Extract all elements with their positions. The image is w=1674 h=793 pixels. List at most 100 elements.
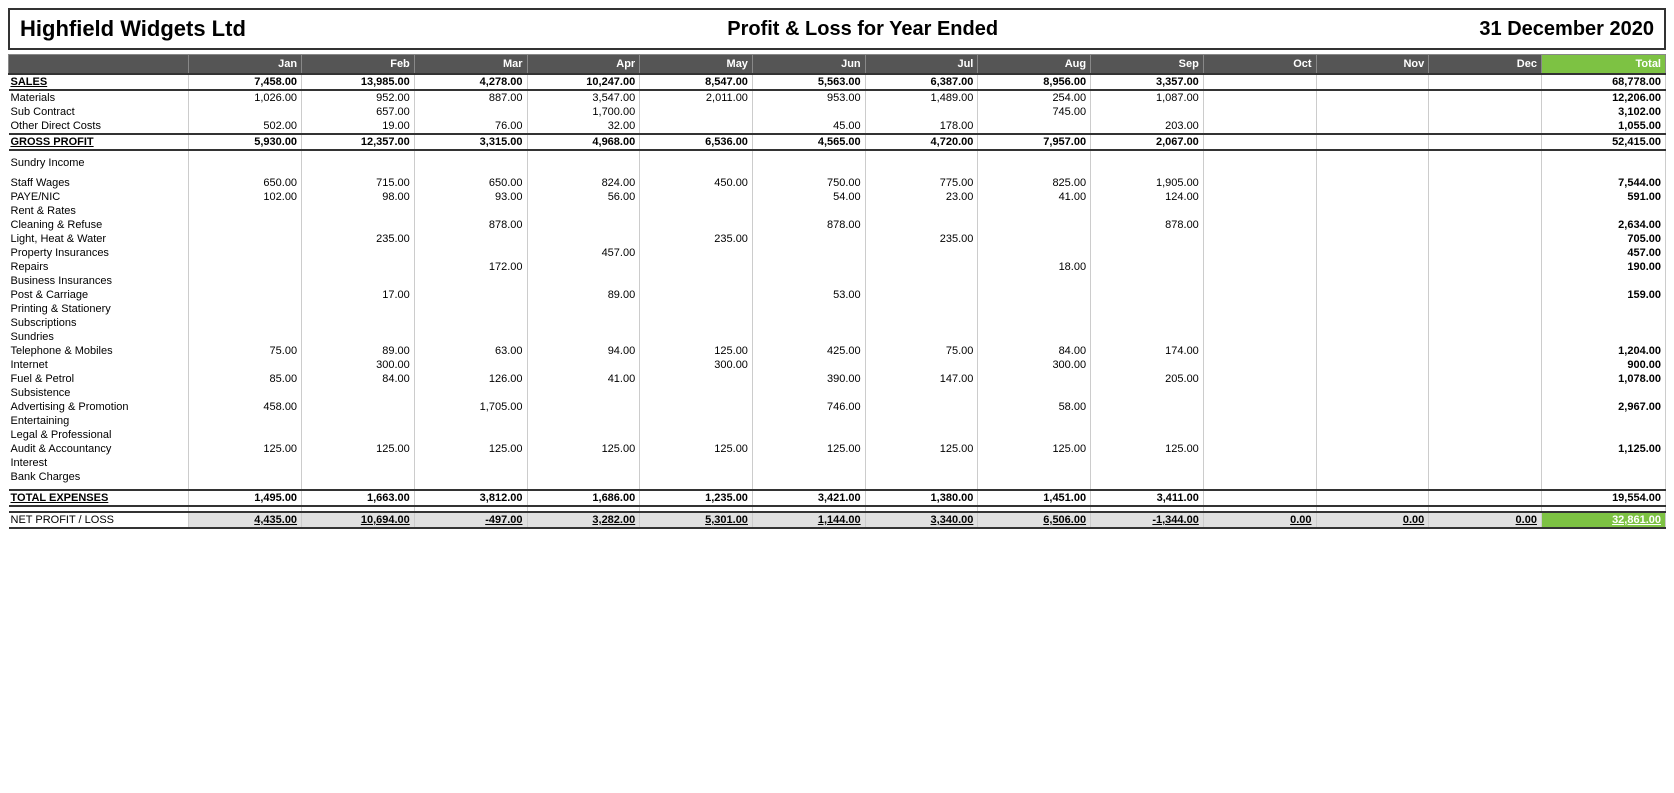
cell-legal_prof-10: [1316, 428, 1429, 442]
cell-property_ins-9: [1203, 246, 1316, 260]
cell-printing-5: [752, 302, 865, 316]
cell-entertaining-7: [978, 414, 1091, 428]
cell-sundry_income-11: [1429, 156, 1542, 170]
cell-light_heat-5: [752, 232, 865, 246]
profit-loss-table: Jan Feb Mar Apr May Jun Jul Aug Sep Oct …: [8, 54, 1666, 529]
cell-post_carriage-11: [1429, 288, 1542, 302]
cell-net_profit-9: 0.00: [1203, 512, 1316, 528]
cell-other_direct-7: [978, 119, 1091, 134]
cell-telephone-1: 89.00: [302, 344, 415, 358]
cell-post_carriage-12: 159.00: [1541, 288, 1665, 302]
cell-business_ins-5: [752, 274, 865, 288]
cell-repairs-9: [1203, 260, 1316, 274]
cell-telephone-4: 125.00: [640, 344, 753, 358]
cell-post_carriage-5: 53.00: [752, 288, 865, 302]
cell-rent_rates-6: [865, 204, 978, 218]
cell-telephone-0: 75.00: [189, 344, 302, 358]
cell-subcontract-10: [1316, 105, 1429, 119]
cell-subsistence-5: [752, 386, 865, 400]
cell-net_profit-10: 0.00: [1316, 512, 1429, 528]
column-headers: Jan Feb Mar Apr May Jun Jul Aug Sep Oct …: [9, 55, 1666, 75]
cell-interest-7: [978, 456, 1091, 470]
cell-business_ins-6: [865, 274, 978, 288]
cell-entertaining-4: [640, 414, 753, 428]
header-sep: Sep: [1091, 55, 1204, 75]
cell-sundry_income-7: [978, 156, 1091, 170]
cell-interest-8: [1091, 456, 1204, 470]
cell-audit-9: [1203, 442, 1316, 456]
cell-sundry_income-8: [1091, 156, 1204, 170]
cell-sales-0: 7,458.00: [189, 74, 302, 90]
cell-repairs-10: [1316, 260, 1429, 274]
cell-paye_nic-8: 124.00: [1091, 190, 1204, 204]
cell-legal_prof-3: [527, 428, 640, 442]
cell-legal_prof-9: [1203, 428, 1316, 442]
main-container: Highfield Widgets Ltd Profit & Loss for …: [0, 0, 1674, 793]
cell-audit-4: 125.00: [640, 442, 753, 456]
cell-post_carriage-0: [189, 288, 302, 302]
cell-post_carriage-3: 89.00: [527, 288, 640, 302]
cell-subscriptions-11: [1429, 316, 1542, 330]
cell-internet-11: [1429, 358, 1542, 372]
cell-subcontract-0: [189, 105, 302, 119]
cell-gross_profit-0: 5,930.00: [189, 134, 302, 150]
cell-staff_wages-8: 1,905.00: [1091, 176, 1204, 190]
company-name: Highfield Widgets Ltd: [20, 16, 246, 42]
cell-advertising-0: 458.00: [189, 400, 302, 414]
cell-bank_charges-1: [302, 470, 415, 484]
cell-entertaining-5: [752, 414, 865, 428]
label-printing: Printing & Stationery: [9, 302, 189, 316]
cell-fuel_petrol-12: 1,078.00: [1541, 372, 1665, 386]
cell-fuel_petrol-0: 85.00: [189, 372, 302, 386]
cell-repairs-2: 172.00: [414, 260, 527, 274]
cell-staff_wages-1: 715.00: [302, 176, 415, 190]
header-total: Total: [1541, 55, 1665, 75]
cell-gross_profit-11: [1429, 134, 1542, 150]
cell-business_ins-9: [1203, 274, 1316, 288]
cell-entertaining-1: [302, 414, 415, 428]
cell-post_carriage-1: 17.00: [302, 288, 415, 302]
label-advertising: Advertising & Promotion: [9, 400, 189, 414]
cell-subsistence-8: [1091, 386, 1204, 400]
cell-post_carriage-4: [640, 288, 753, 302]
header-jun: Jun: [752, 55, 865, 75]
cell-entertaining-10: [1316, 414, 1429, 428]
cell-gross_profit-5: 4,565.00: [752, 134, 865, 150]
row-total_expenses: TOTAL EXPENSES1,495.001,663.003,812.001,…: [9, 490, 1666, 506]
header-jul: Jul: [865, 55, 978, 75]
label-telephone: Telephone & Mobiles: [9, 344, 189, 358]
row-telephone: Telephone & Mobiles75.0089.0063.0094.001…: [9, 344, 1666, 358]
cell-paye_nic-5: 54.00: [752, 190, 865, 204]
cell-advertising-11: [1429, 400, 1542, 414]
cell-staff_wages-6: 775.00: [865, 176, 978, 190]
cell-net_profit-2: -497.00: [414, 512, 527, 528]
cell-telephone-6: 75.00: [865, 344, 978, 358]
cell-property_ins-4: [640, 246, 753, 260]
cell-entertaining-2: [414, 414, 527, 428]
row-staff_wages: Staff Wages650.00715.00650.00824.00450.0…: [9, 176, 1666, 190]
cell-gross_profit-9: [1203, 134, 1316, 150]
cell-subscriptions-8: [1091, 316, 1204, 330]
cell-property_ins-10: [1316, 246, 1429, 260]
label-total_expenses: TOTAL EXPENSES: [9, 490, 189, 506]
cell-light_heat-0: [189, 232, 302, 246]
cell-fuel_petrol-9: [1203, 372, 1316, 386]
cell-sundries-10: [1316, 330, 1429, 344]
cell-repairs-4: [640, 260, 753, 274]
cell-subsistence-6: [865, 386, 978, 400]
cell-cleaning-10: [1316, 218, 1429, 232]
cell-paye_nic-7: 41.00: [978, 190, 1091, 204]
cell-repairs-5: [752, 260, 865, 274]
report-date: 31 December 2020: [1479, 18, 1654, 41]
cell-printing-7: [978, 302, 1091, 316]
cell-fuel_petrol-1: 84.00: [302, 372, 415, 386]
cell-total_expenses-10: [1316, 490, 1429, 506]
cell-sales-3: 10,247.00: [527, 74, 640, 90]
cell-paye_nic-11: [1429, 190, 1542, 204]
label-interest: Interest: [9, 456, 189, 470]
cell-fuel_petrol-10: [1316, 372, 1429, 386]
label-legal_prof: Legal & Professional: [9, 428, 189, 442]
cell-printing-1: [302, 302, 415, 316]
cell-business_ins-8: [1091, 274, 1204, 288]
label-cleaning: Cleaning & Refuse: [9, 218, 189, 232]
